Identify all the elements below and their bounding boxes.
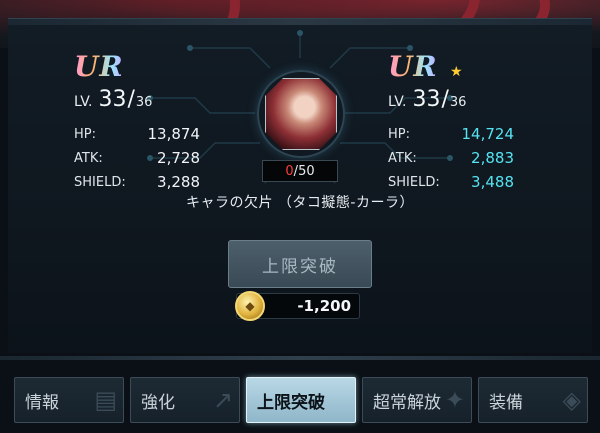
- next-stats-column: UR ★ LV. 33 / 36 HP: 14,724 ATK: 2,883 S…: [388, 50, 514, 194]
- stat-shield: SHIELD: 3,488: [388, 170, 514, 194]
- shard-name: キャラの欠片 （タコ擬態-カーラ）: [185, 195, 414, 211]
- tab-label: 超常解放: [373, 392, 441, 413]
- stat-label: ATK:: [388, 150, 417, 166]
- tab-label: 情報: [25, 392, 59, 413]
- character-portrait: [265, 78, 337, 150]
- tab-info[interactable]: 情報 ▤: [14, 377, 124, 423]
- stat-label: SHIELD:: [74, 174, 126, 190]
- tab-label: 装備: [489, 392, 523, 413]
- level-current: 33: [98, 87, 127, 112]
- level-display: LV. 33 / 36: [74, 87, 200, 112]
- stat-hp: HP: 14,724: [388, 122, 514, 146]
- shard-portrait[interactable]: [257, 70, 345, 158]
- stat-value: 3,488: [471, 173, 514, 191]
- stat-label: HP:: [74, 126, 96, 142]
- level-display: LV. 33 / 36: [388, 87, 514, 112]
- stat-value: 2,728: [157, 149, 200, 167]
- star-icon: ★: [450, 64, 463, 80]
- stat-label: SHIELD:: [388, 174, 440, 190]
- stat-value: 14,724: [461, 125, 515, 143]
- level-up-icon: ↗: [212, 386, 233, 414]
- level-label: LV.: [74, 94, 93, 110]
- cost-value: -1,200: [297, 297, 351, 315]
- release-icon: ✦: [444, 386, 465, 414]
- stat-hp: HP: 13,874: [74, 122, 200, 146]
- level-current: 33: [412, 87, 441, 112]
- bottom-tab-bar: 情報 ▤ 強化 ↗ 上限突破 超常解放 ✦ 装備 ◈: [14, 377, 588, 423]
- tab-release[interactable]: 超常解放 ✦: [362, 377, 472, 423]
- tab-label: 上限突破: [257, 392, 325, 413]
- cost-display: ◆ -1,200: [235, 291, 360, 321]
- coin-icon: ◆: [235, 291, 265, 321]
- stats-list: HP: 14,724 ATK: 2,883 SHIELD: 3,488: [388, 122, 514, 194]
- limit-break-button[interactable]: 上限突破: [228, 240, 372, 288]
- stat-label: HP:: [388, 126, 410, 142]
- tab-label: 強化: [141, 392, 175, 413]
- stats-list: HP: 13,874 ATK: 2,728 SHIELD: 3,288: [74, 122, 200, 194]
- level-separator: /: [441, 87, 449, 112]
- tab-enhance[interactable]: 強化 ↗: [130, 377, 240, 423]
- level-max: 36: [449, 95, 467, 110]
- rarity-badge: UR: [388, 50, 438, 83]
- shard-count-max: 50: [298, 163, 315, 179]
- stat-label: ATK:: [74, 150, 103, 166]
- tab-equipment[interactable]: 装備 ◈: [478, 377, 588, 423]
- rarity-badge: UR: [74, 50, 124, 83]
- level-max: 36: [135, 95, 153, 110]
- stat-value: 3,288: [157, 173, 200, 191]
- info-icon: ▤: [94, 386, 117, 414]
- shard-count-current: 0: [285, 163, 294, 179]
- current-stats-column: UR LV. 33 / 36 HP: 13,874 ATK: 2,728 SHI…: [74, 50, 200, 194]
- stat-shield: SHIELD: 3,288: [74, 170, 200, 194]
- tab-limit-break[interactable]: 上限突破: [246, 377, 356, 423]
- stat-value: 2,883: [471, 149, 514, 167]
- stat-atk: ATK: 2,883: [388, 146, 514, 170]
- equipment-icon: ◈: [562, 386, 581, 414]
- divider: [0, 356, 600, 360]
- level-label: LV.: [388, 94, 407, 110]
- shard-counter: 0 / 50: [262, 160, 338, 182]
- stat-value: 13,874: [147, 125, 201, 143]
- level-separator: /: [127, 87, 135, 112]
- stat-atk: ATK: 2,728: [74, 146, 200, 170]
